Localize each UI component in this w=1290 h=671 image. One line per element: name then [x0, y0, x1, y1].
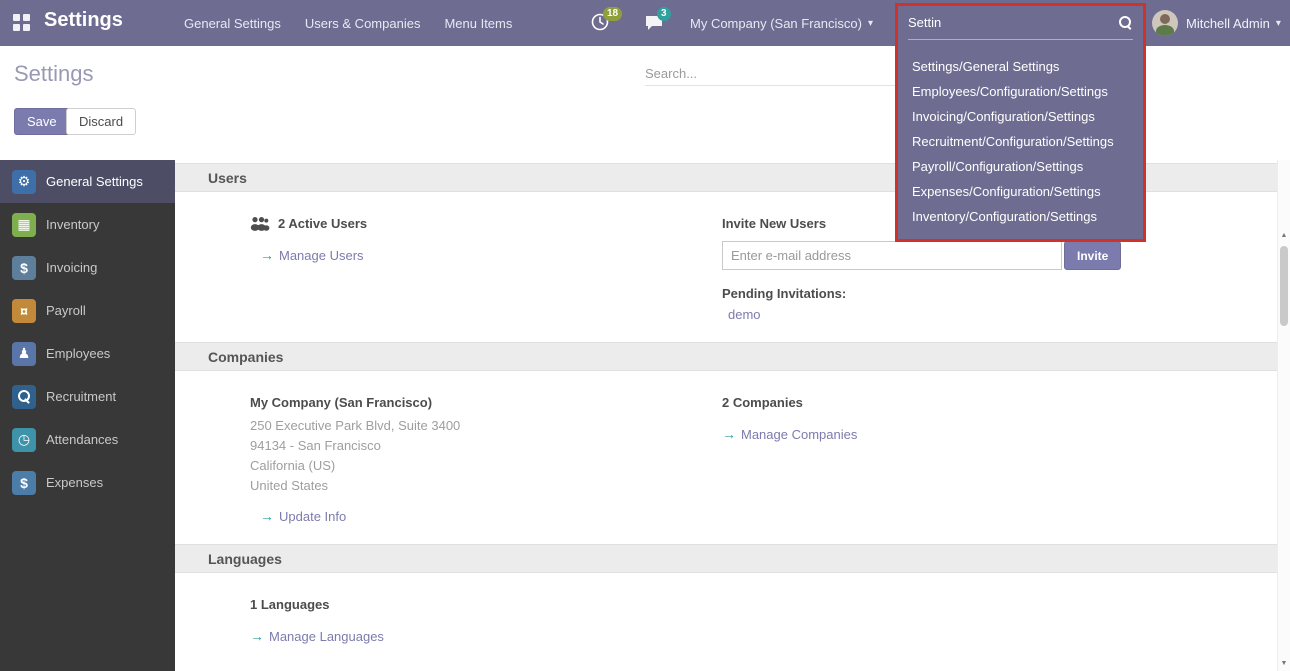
chevron-down-icon: ▾	[868, 18, 873, 29]
recruitment-magnifier-icon	[12, 385, 36, 409]
update-info-link[interactable]: → Update Info	[260, 508, 346, 524]
suggestion-item[interactable]: Invoicing/Configuration/Settings	[898, 104, 1143, 129]
sidebar-item-inventory[interactable]: Inventory	[0, 203, 175, 246]
navbar-menu: General Settings Users & Companies Menu …	[184, 0, 512, 46]
sidebar-item-payroll[interactable]: Payroll	[0, 289, 175, 332]
sidebar-item-label: Payroll	[46, 303, 86, 318]
sidebar-item-employees[interactable]: Employees	[0, 332, 175, 375]
sidebar-item-label: Employees	[46, 346, 110, 361]
suggestion-item[interactable]: Settings/General Settings	[898, 54, 1143, 79]
users-group-icon	[250, 216, 270, 231]
sidebar-item-label: Expenses	[46, 475, 103, 490]
gear-icon	[12, 170, 36, 194]
manage-companies-link[interactable]: → Manage Companies	[722, 426, 857, 442]
manage-languages-link[interactable]: → Manage Languages	[250, 628, 384, 644]
arrow-right-icon: →	[260, 247, 274, 263]
sidebar-item-attendances[interactable]: Attendances	[0, 418, 175, 461]
suggestion-item[interactable]: Payroll/Configuration/Settings	[898, 154, 1143, 179]
payroll-icon	[12, 299, 36, 323]
address-line: 250 Executive Park Blvd, Suite 3400	[250, 416, 722, 436]
address-line: California (US)	[250, 456, 722, 476]
address-line: 94134 - San Francisco	[250, 436, 722, 456]
employees-icon	[12, 342, 36, 366]
pending-user-link[interactable]: demo	[728, 307, 1277, 322]
pending-invitations-label: Pending Invitations:	[722, 286, 1277, 301]
company-name: My Company (San Francisco)	[250, 395, 722, 410]
scrollbar-thumb[interactable]	[1280, 246, 1288, 326]
search-suggestions: Settings/General Settings Employees/Conf…	[898, 54, 1143, 229]
manage-users-link[interactable]: → Manage Users	[260, 247, 364, 263]
boxes-icon	[12, 213, 36, 237]
arrow-right-icon: →	[722, 426, 736, 442]
activity-clock-icon[interactable]: 18	[590, 12, 612, 34]
languages-count: 1 Languages	[250, 597, 722, 612]
menu-users-companies[interactable]: Users & Companies	[305, 16, 421, 31]
search-icon	[1119, 16, 1133, 30]
suggestion-item[interactable]: Employees/Configuration/Settings	[898, 79, 1143, 104]
arrow-right-icon: →	[250, 628, 264, 644]
companies-section: My Company (San Francisco) 250 Executive…	[175, 371, 1277, 544]
invoice-icon	[12, 256, 36, 280]
sidebar-item-expenses[interactable]: Expenses	[0, 461, 175, 504]
company-switcher-label: My Company (San Francisco)	[690, 16, 862, 31]
message-count-badge: 3	[657, 7, 671, 21]
record-search-input[interactable]	[645, 62, 895, 86]
invite-email-input[interactable]	[722, 241, 1062, 270]
sidebar-item-label: Attendances	[46, 432, 118, 447]
save-button[interactable]: Save	[14, 108, 70, 135]
record-search	[645, 62, 895, 86]
section-header-companies: Companies	[175, 342, 1277, 371]
sidebar-item-invoicing[interactable]: Invoicing	[0, 246, 175, 289]
company-address: 250 Executive Park Blvd, Suite 3400 9413…	[250, 416, 722, 496]
expenses-icon	[12, 471, 36, 495]
vertical-scrollbar[interactable]: ▲ ▼	[1277, 160, 1290, 671]
sidebar-item-label: General Settings	[46, 174, 143, 189]
user-name: Mitchell Admin	[1186, 16, 1270, 31]
menu-search-row	[908, 6, 1133, 40]
user-avatar[interactable]	[1152, 10, 1178, 36]
menu-search-input[interactable]	[908, 15, 1119, 30]
scroll-down-arrow[interactable]: ▼	[1278, 660, 1290, 667]
companies-count: 2 Companies	[722, 395, 1277, 410]
section-header-languages: Languages	[175, 544, 1277, 573]
menu-menu-items[interactable]: Menu Items	[444, 16, 512, 31]
suggestion-item[interactable]: Expenses/Configuration/Settings	[898, 179, 1143, 204]
app-title[interactable]: Settings	[44, 9, 123, 32]
suggestion-item[interactable]: Inventory/Configuration/Settings	[898, 204, 1143, 229]
address-line: United States	[250, 476, 722, 496]
sidebar-item-general-settings[interactable]: General Settings	[0, 160, 175, 203]
attendance-clock-icon	[12, 428, 36, 452]
apps-grid-icon[interactable]	[13, 14, 31, 32]
arrow-right-icon: →	[260, 508, 274, 524]
company-switcher[interactable]: My Company (San Francisco) ▾	[690, 0, 873, 46]
activity-count-badge: 18	[603, 7, 622, 21]
scroll-up-arrow[interactable]: ▲	[1278, 232, 1290, 239]
sidebar-item-label: Inventory	[46, 217, 99, 232]
user-menu[interactable]: Mitchell Admin ▾	[1186, 0, 1281, 46]
sidebar-item-label: Recruitment	[46, 389, 116, 404]
sidebar-item-recruitment[interactable]: Recruitment	[0, 375, 175, 418]
languages-section: 1 Languages → Manage Languages	[175, 573, 1277, 664]
menu-general-settings[interactable]: General Settings	[184, 16, 281, 31]
page-title: Settings	[14, 61, 94, 87]
chevron-down-icon: ▾	[1276, 18, 1281, 29]
discard-button[interactable]: Discard	[66, 108, 136, 135]
menu-search-dropdown: Settings/General Settings Employees/Conf…	[895, 3, 1146, 242]
invite-button[interactable]: Invite	[1064, 241, 1121, 270]
sidebar-item-label: Invoicing	[46, 260, 97, 275]
active-users-count: 2 Active Users	[278, 216, 367, 231]
settings-sidebar: General Settings Inventory Invoicing Pay…	[0, 160, 175, 671]
suggestion-item[interactable]: Recruitment/Configuration/Settings	[898, 129, 1143, 154]
messages-bubble-icon[interactable]: 3	[644, 12, 666, 34]
